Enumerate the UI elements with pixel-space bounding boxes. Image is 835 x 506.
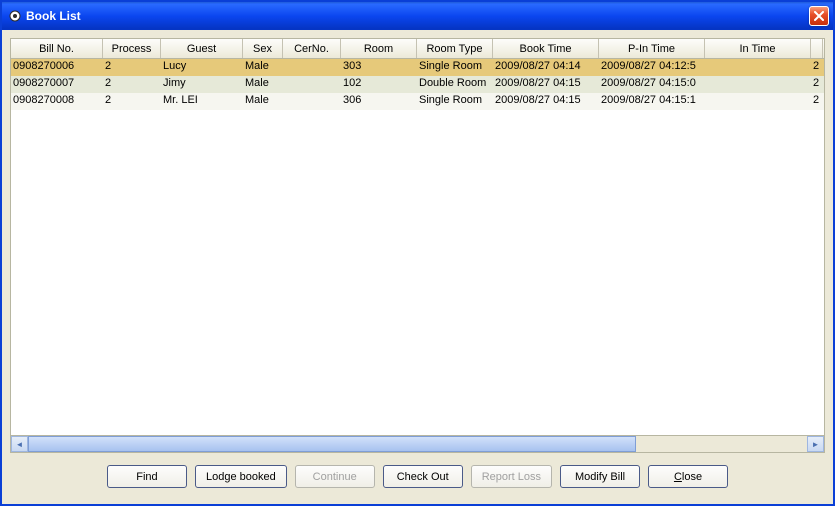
- cell-guest: Mr. LEI: [161, 93, 243, 110]
- cell-bill: 0908270006: [11, 59, 103, 76]
- cell-guest: Jimy: [161, 76, 243, 93]
- grid-header: Bill No. Process Guest Sex CerNo. Room R…: [11, 39, 824, 59]
- cell-cerno: [283, 59, 341, 76]
- booking-grid[interactable]: Bill No. Process Guest Sex CerNo. Room R…: [10, 38, 825, 453]
- cell-extra: 2: [811, 76, 823, 93]
- cell-bill: 0908270008: [11, 93, 103, 110]
- cell-intime: [705, 93, 811, 110]
- cell-room: 306: [341, 93, 417, 110]
- cell-bill: 0908270007: [11, 76, 103, 93]
- table-row[interactable]: 09082700062LucyMale303Single Room2009/08…: [11, 59, 824, 76]
- find-button[interactable]: Find: [107, 465, 187, 488]
- check-out-button[interactable]: Check Out: [383, 465, 463, 488]
- cell-extra: 2: [811, 59, 823, 76]
- cell-process: 2: [103, 76, 161, 93]
- close-dialog-button[interactable]: Close: [648, 465, 728, 488]
- content-area: Bill No. Process Guest Sex CerNo. Room R…: [2, 30, 833, 504]
- cell-process: 2: [103, 93, 161, 110]
- col-book-time[interactable]: Book Time: [493, 39, 599, 58]
- cell-roomtype: Single Room: [417, 59, 493, 76]
- cell-booktime: 2009/08/27 04:15: [493, 76, 599, 93]
- scroll-thumb[interactable]: [28, 436, 636, 452]
- action-buttons: Find Lodge booked Continue Check Out Rep…: [10, 453, 825, 496]
- report-loss-button: Report Loss: [471, 465, 552, 488]
- book-list-window: Book List Bill No. Process Guest Sex Cer…: [0, 0, 835, 506]
- scroll-track[interactable]: [28, 436, 807, 452]
- cell-room: 102: [341, 76, 417, 93]
- col-guest[interactable]: Guest: [161, 39, 243, 58]
- table-row[interactable]: 09082700082Mr. LEIMale306Single Room2009…: [11, 93, 824, 110]
- modify-bill-button[interactable]: Modify Bill: [560, 465, 640, 488]
- cell-sex: Male: [243, 93, 283, 110]
- cell-booktime: 2009/08/27 04:14: [493, 59, 599, 76]
- horizontal-scrollbar[interactable]: ◄ ►: [11, 435, 824, 452]
- col-room-type[interactable]: Room Type: [417, 39, 493, 58]
- col-bill-no[interactable]: Bill No.: [11, 39, 103, 58]
- cell-guest: Lucy: [161, 59, 243, 76]
- col-pin-time[interactable]: P-In Time: [599, 39, 705, 58]
- cell-extra: 2: [811, 93, 823, 110]
- continue-button: Continue: [295, 465, 375, 488]
- cell-intime: [705, 76, 811, 93]
- cell-roomtype: Double Room: [417, 76, 493, 93]
- scroll-right-arrow[interactable]: ►: [807, 436, 824, 452]
- cell-pintime: 2009/08/27 04:15:1: [599, 93, 705, 110]
- app-icon: [8, 9, 22, 23]
- cell-pintime: 2009/08/27 04:12:5: [599, 59, 705, 76]
- lodge-booked-button[interactable]: Lodge booked: [195, 465, 287, 488]
- cell-booktime: 2009/08/27 04:15: [493, 93, 599, 110]
- titlebar[interactable]: Book List: [2, 2, 833, 30]
- col-cerno[interactable]: CerNo.: [283, 39, 341, 58]
- cell-sex: Male: [243, 59, 283, 76]
- cell-room: 303: [341, 59, 417, 76]
- cell-roomtype: Single Room: [417, 93, 493, 110]
- window-title: Book List: [26, 9, 809, 23]
- cell-sex: Male: [243, 76, 283, 93]
- scroll-left-arrow[interactable]: ◄: [11, 436, 28, 452]
- cell-cerno: [283, 93, 341, 110]
- cell-process: 2: [103, 59, 161, 76]
- cell-cerno: [283, 76, 341, 93]
- col-room[interactable]: Room: [341, 39, 417, 58]
- close-button[interactable]: [809, 6, 829, 26]
- cell-pintime: 2009/08/27 04:15:0: [599, 76, 705, 93]
- col-extra[interactable]: [811, 39, 823, 58]
- col-process[interactable]: Process: [103, 39, 161, 58]
- table-row[interactable]: 09082700072JimyMale102Double Room2009/08…: [11, 76, 824, 93]
- col-in-time[interactable]: In Time: [705, 39, 811, 58]
- grid-body: 09082700062LucyMale303Single Room2009/08…: [11, 59, 824, 435]
- cell-intime: [705, 59, 811, 76]
- col-sex[interactable]: Sex: [243, 39, 283, 58]
